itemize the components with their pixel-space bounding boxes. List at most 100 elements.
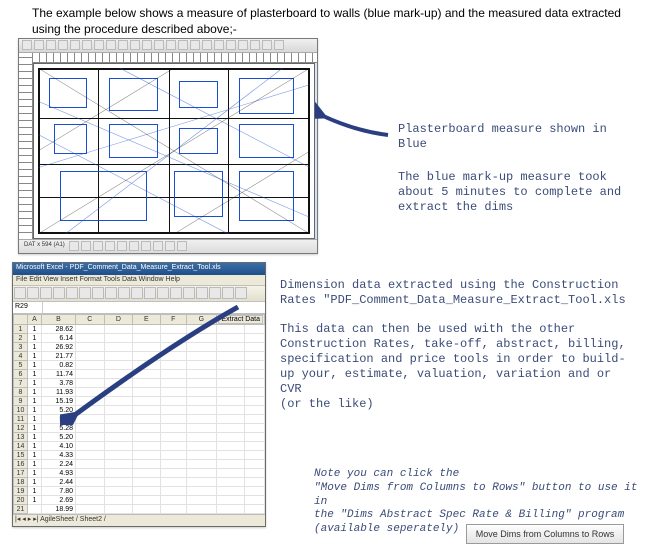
cell[interactable]: 1 [28, 361, 42, 370]
cell[interactable]: 5.20 [42, 433, 76, 442]
cad-status-button[interactable] [165, 241, 175, 251]
cell[interactable] [216, 496, 245, 505]
excel-tool-button[interactable] [53, 287, 65, 299]
cell[interactable] [245, 352, 265, 361]
cad-tool-button[interactable] [130, 40, 140, 50]
row-header[interactable]: 1 [14, 325, 28, 334]
cell[interactable] [104, 505, 133, 514]
cell[interactable]: 1 [28, 469, 42, 478]
cell[interactable] [216, 433, 245, 442]
cad-tool-button[interactable] [238, 40, 248, 50]
excel-tool-button[interactable] [66, 287, 78, 299]
table-row[interactable]: 1812.44 [14, 478, 265, 487]
cell[interactable] [104, 469, 133, 478]
row-header[interactable]: 7 [14, 379, 28, 388]
cell[interactable] [216, 442, 245, 451]
cell[interactable]: 1 [28, 424, 42, 433]
cad-tool-button[interactable] [178, 40, 188, 50]
row-header[interactable]: 6 [14, 370, 28, 379]
excel-tool-button[interactable] [235, 287, 247, 299]
row-header[interactable]: 16 [14, 460, 28, 469]
cell[interactable] [133, 496, 160, 505]
cell[interactable] [104, 487, 133, 496]
cell[interactable] [245, 433, 265, 442]
cell[interactable] [216, 469, 245, 478]
cell[interactable] [186, 469, 216, 478]
cell[interactable] [245, 397, 265, 406]
cell[interactable] [160, 433, 186, 442]
cad-canvas[interactable] [33, 63, 315, 239]
cell[interactable] [133, 433, 160, 442]
cell[interactable]: 1 [28, 379, 42, 388]
cell[interactable] [245, 388, 265, 397]
excel-tool-button[interactable] [183, 287, 195, 299]
cell[interactable] [186, 505, 216, 514]
excel-toolbar[interactable] [13, 286, 265, 302]
row-header[interactable]: 3 [14, 343, 28, 352]
excel-menubar[interactable]: File Edit View Insert Format Tools Data … [13, 275, 265, 286]
cell[interactable] [160, 451, 186, 460]
cell[interactable]: 2.24 [42, 460, 76, 469]
cell[interactable]: 4.10 [42, 442, 76, 451]
cell[interactable]: 4.33 [42, 451, 76, 460]
cell[interactable] [245, 406, 265, 415]
excel-tool-button[interactable] [27, 287, 39, 299]
cad-tool-button[interactable] [202, 40, 212, 50]
row-header[interactable]: 19 [14, 487, 28, 496]
excel-tool-button[interactable] [131, 287, 143, 299]
cell[interactable]: 1 [28, 433, 42, 442]
cell[interactable] [245, 496, 265, 505]
cell[interactable]: 1 [28, 460, 42, 469]
cad-tool-button[interactable] [274, 40, 284, 50]
excel-tool-button[interactable] [105, 287, 117, 299]
cell[interactable] [76, 442, 105, 451]
cell[interactable] [245, 379, 265, 388]
cell[interactable] [133, 451, 160, 460]
cad-tool-button[interactable] [214, 40, 224, 50]
cell[interactable] [76, 451, 105, 460]
cell[interactable] [104, 460, 133, 469]
table-row[interactable]: 1612.24 [14, 460, 265, 469]
cell[interactable] [160, 478, 186, 487]
excel-tool-button[interactable] [209, 287, 221, 299]
cell[interactable] [28, 505, 42, 514]
cell[interactable]: 1 [28, 496, 42, 505]
row-header[interactable]: 8 [14, 388, 28, 397]
excel-sheet-tabs[interactable]: |◂ ◂ ▸ ▸| AgileSheet / Sheet2 / [13, 514, 265, 526]
cell[interactable] [186, 487, 216, 496]
cell[interactable]: 1 [28, 343, 42, 352]
cell[interactable] [76, 460, 105, 469]
cell[interactable] [133, 442, 160, 451]
excel-namebox[interactable]: R29 [13, 302, 43, 313]
table-row[interactable]: 1714.93 [14, 469, 265, 478]
row-header[interactable]: 5 [14, 361, 28, 370]
cell[interactable]: 1 [28, 334, 42, 343]
table-row[interactable]: 1414.10 [14, 442, 265, 451]
cad-tool-button[interactable] [82, 40, 92, 50]
move-dims-button[interactable]: Move Dims from Columns to Rows [466, 524, 624, 544]
cell[interactable]: 1 [28, 352, 42, 361]
cad-tool-button[interactable] [166, 40, 176, 50]
cell[interactable]: 1 [28, 325, 42, 334]
excel-tool-button[interactable] [118, 287, 130, 299]
cell[interactable] [245, 478, 265, 487]
cad-tool-button[interactable] [154, 40, 164, 50]
cell[interactable] [133, 478, 160, 487]
cell[interactable] [160, 505, 186, 514]
row-header[interactable]: 21 [14, 505, 28, 514]
cell[interactable] [186, 478, 216, 487]
cell[interactable] [216, 460, 245, 469]
cell[interactable] [186, 433, 216, 442]
cell[interactable]: 1 [28, 415, 42, 424]
cell[interactable]: 1 [28, 478, 42, 487]
table-row[interactable]: 1917.80 [14, 487, 265, 496]
cad-tool-button[interactable] [94, 40, 104, 50]
cell[interactable] [245, 469, 265, 478]
cell[interactable] [245, 343, 265, 352]
cad-tool-button[interactable] [46, 40, 56, 50]
excel-tool-button[interactable] [40, 287, 52, 299]
row-header[interactable]: 14 [14, 442, 28, 451]
cell[interactable] [186, 460, 216, 469]
cell[interactable] [245, 370, 265, 379]
cad-tool-button[interactable] [250, 40, 260, 50]
